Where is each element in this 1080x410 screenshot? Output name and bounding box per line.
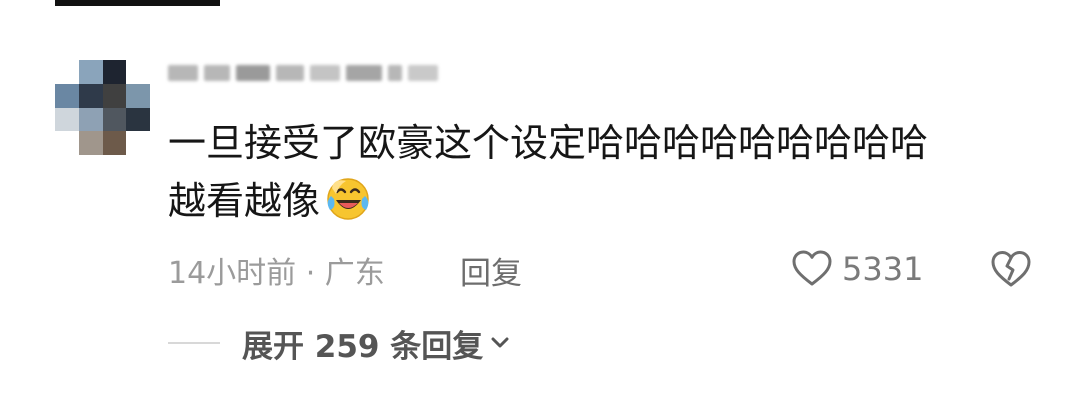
comment-line-2: 越看越像 [168,172,1048,230]
avatar[interactable] [55,60,150,155]
comment-meta: 14小时前 · 广东 [168,248,385,292]
comment-text: 一旦接受了欧豪这个设定哈哈哈哈哈哈哈哈哈 越看越像 [168,114,1048,230]
broken-heart-icon[interactable] [988,246,1034,292]
comment-line-1: 一旦接受了欧豪这个设定哈哈哈哈哈哈哈哈哈 [168,121,929,165]
top-divider-bar [55,0,220,6]
username-blurred[interactable] [168,60,438,86]
reply-button[interactable]: 回复 [460,248,522,292]
expand-replies-button[interactable]: 展开 259 条回复 [168,320,511,366]
comment-line-2-text: 越看越像 [168,179,321,223]
like-button[interactable]: 5331 [790,244,923,294]
replies-divider-line [168,342,220,344]
time-location: 14小时前 · 广东 [168,256,385,291]
comment-screen: 一旦接受了欧豪这个设定哈哈哈哈哈哈哈哈哈 越看越像 14小时前 · 广东 回复 … [0,0,1080,410]
expand-replies-label: 展开 259 条回复 [242,328,484,365]
like-count: 5331 [842,250,924,288]
chevron-down-icon [491,337,509,348]
heart-outline-icon [792,250,832,286]
laughing-crying-emoji-icon [327,178,369,220]
